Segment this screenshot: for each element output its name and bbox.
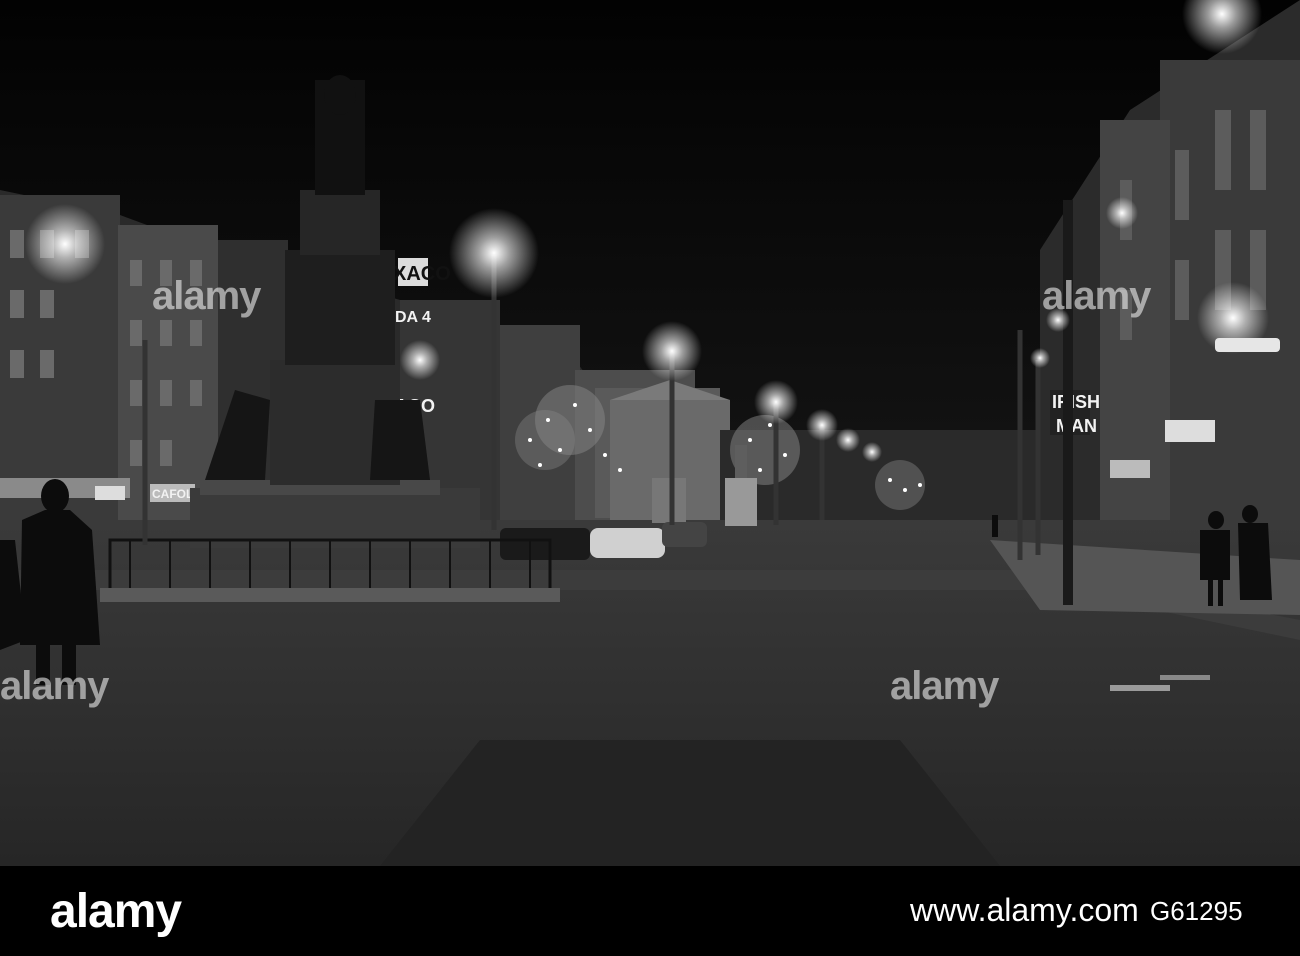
watermark-left: alamy [0, 664, 109, 708]
svg-text:XACO: XACO [393, 263, 451, 285]
footer-bar: alamy www.alamy.com G61295 [0, 866, 1300, 956]
watermark-upper: alamy [1042, 274, 1151, 318]
svg-text:MAN: MAN [1056, 416, 1097, 436]
svg-text:IRISH: IRISH [1052, 392, 1100, 412]
svg-text:DA 4: DA 4 [395, 309, 431, 326]
night-street-photo: CAFOL XACO DA 4 ACO IRISH MAN [0, 0, 1300, 866]
alamy-logo: alamy [50, 885, 182, 938]
website-label: www.alamy.com [910, 892, 1139, 928]
image-id-label: G61295 [1150, 896, 1243, 926]
shop-sign-text: CAFOL [152, 487, 193, 501]
watermark-center: alamy [890, 664, 999, 708]
watermark-upper-left: alamy [152, 274, 261, 318]
